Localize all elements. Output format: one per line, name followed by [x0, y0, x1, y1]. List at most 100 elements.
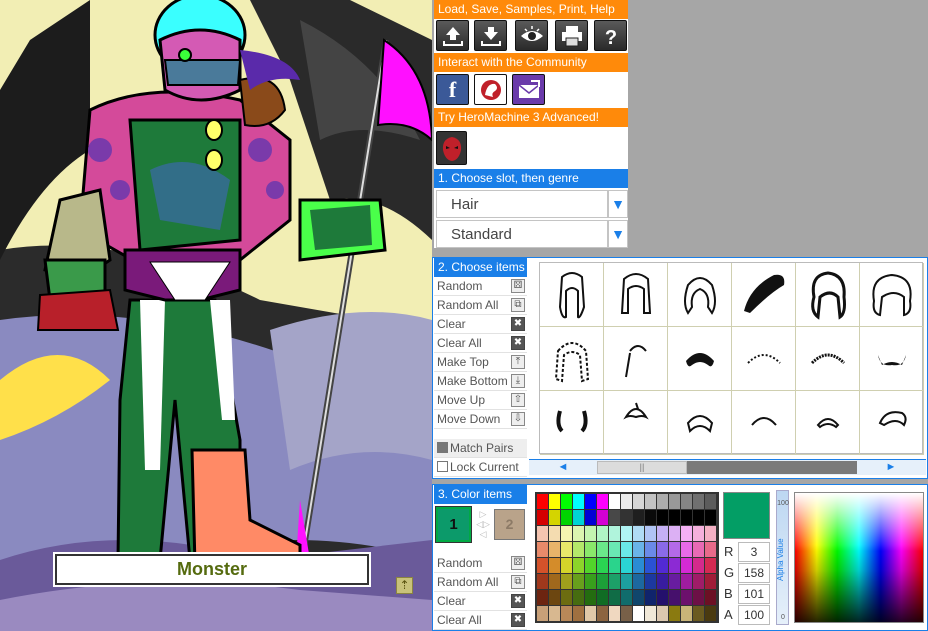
color-swatch[interactable] — [560, 589, 572, 605]
color-swatch[interactable] — [704, 605, 716, 621]
color-swatch[interactable] — [692, 589, 704, 605]
hair-item-thumbnail[interactable] — [796, 327, 860, 391]
color-swatch[interactable] — [680, 541, 692, 557]
color-swatch[interactable] — [560, 493, 572, 509]
color-swatch[interactable] — [656, 509, 668, 525]
hair-item-thumbnail[interactable] — [668, 327, 732, 391]
color-swatch[interactable] — [548, 509, 560, 525]
hair-item-thumbnail[interactable] — [540, 327, 604, 391]
character-name-plate[interactable]: Monster — [55, 554, 369, 585]
color-swatch[interactable] — [536, 541, 548, 557]
color-swatch[interactable] — [608, 509, 620, 525]
random-button[interactable]: Random ⚄ — [434, 277, 527, 296]
color-swatch[interactable] — [620, 557, 632, 573]
alpha-input[interactable]: 100 — [738, 605, 770, 625]
hair-item-thumbnail[interactable] — [796, 391, 860, 455]
color-swatch[interactable] — [608, 605, 620, 621]
genre-dropdown-arrow[interactable]: ▼ — [608, 220, 628, 248]
color-swatch[interactable] — [608, 525, 620, 541]
color-swatch[interactable] — [692, 509, 704, 525]
hair-item-thumbnail[interactable] — [604, 263, 668, 327]
clear-all-button[interactable]: Clear All ✖ — [434, 334, 527, 353]
color-swatch[interactable] — [548, 557, 560, 573]
hair-item-thumbnail[interactable] — [668, 391, 732, 455]
color-swatch[interactable] — [692, 525, 704, 541]
color-swatch[interactable] — [596, 493, 608, 509]
color-swatch[interactable] — [656, 493, 668, 509]
clear-button[interactable]: Clear ✖ — [434, 315, 527, 334]
color-swatch[interactable] — [704, 509, 716, 525]
color-swatch[interactable] — [668, 493, 680, 509]
color-clear-button[interactable]: Clear ✖ — [434, 592, 527, 611]
color-swatch[interactable] — [560, 509, 572, 525]
color-swatch[interactable] — [704, 557, 716, 573]
hair-item-thumbnail[interactable] — [860, 263, 924, 327]
color-swatch[interactable] — [536, 573, 548, 589]
color-swatch[interactable] — [656, 589, 668, 605]
color-swatch[interactable] — [548, 541, 560, 557]
scroll-right-arrow-icon[interactable]: ► — [857, 460, 925, 475]
color-swatch[interactable] — [704, 573, 716, 589]
slot-dropdown-arrow[interactable]: ▼ — [608, 190, 628, 218]
color-swatch[interactable] — [608, 573, 620, 589]
color-swatch[interactable] — [620, 573, 632, 589]
hair-item-thumbnail[interactable] — [668, 263, 732, 327]
color-swatch[interactable] — [644, 589, 656, 605]
color-spectrum-picker[interactable] — [794, 492, 924, 623]
color-swatch[interactable] — [620, 509, 632, 525]
color-swatch[interactable] — [584, 605, 596, 621]
color-swatch[interactable] — [620, 525, 632, 541]
color-swatch[interactable] — [596, 509, 608, 525]
save-button[interactable] — [474, 20, 507, 51]
color-swatch[interactable] — [572, 605, 584, 621]
color-swatch[interactable] — [668, 573, 680, 589]
hair-item-thumbnail[interactable] — [732, 391, 796, 455]
color-swatch[interactable] — [560, 605, 572, 621]
facebook-button[interactable]: f — [436, 74, 469, 105]
color-swatch[interactable] — [536, 525, 548, 541]
genre-dropdown[interactable]: Standard — [436, 220, 608, 248]
lock-current-toggle[interactable]: Lock Current — [434, 458, 527, 477]
color-swatch[interactable] — [536, 557, 548, 573]
view-button[interactable] — [515, 20, 548, 51]
hair-item-thumbnail[interactable] — [796, 263, 860, 327]
color-swatch[interactable] — [644, 541, 656, 557]
color-swatch[interactable] — [572, 525, 584, 541]
color-swatch[interactable] — [632, 557, 644, 573]
make-top-button[interactable]: Make Top ⤒ — [434, 353, 527, 372]
color-slot-2[interactable]: 2 — [494, 509, 525, 540]
hair-item-thumbnail[interactable] — [540, 391, 604, 455]
color-swatch[interactable] — [644, 605, 656, 621]
color-swatch[interactable] — [572, 509, 584, 525]
color-swatch[interactable] — [536, 589, 548, 605]
color-swatch[interactable] — [632, 589, 644, 605]
color-swatch[interactable] — [584, 525, 596, 541]
color-swatch[interactable] — [536, 493, 548, 509]
up-arrow-icon[interactable]: ⇡ — [396, 577, 413, 594]
color-slot-1[interactable]: 1 — [436, 507, 471, 542]
match-pairs-checkbox[interactable] — [437, 442, 448, 453]
color-swatch[interactable] — [692, 573, 704, 589]
items-scrollbar[interactable]: ◄ || ► — [529, 459, 926, 475]
color-swatch[interactable] — [644, 525, 656, 541]
hair-item-thumbnail[interactable] — [540, 263, 604, 327]
color-swatch[interactable] — [704, 493, 716, 509]
color-swatch[interactable] — [692, 557, 704, 573]
print-button[interactable] — [555, 20, 588, 51]
blue-input[interactable]: 101 — [738, 584, 770, 604]
color-swatch[interactable] — [560, 541, 572, 557]
color-swatch[interactable] — [548, 493, 560, 509]
color-swatch[interactable] — [668, 509, 680, 525]
color-swatch[interactable] — [584, 589, 596, 605]
color-swatch[interactable] — [596, 557, 608, 573]
color-swatch[interactable] — [668, 541, 680, 557]
color-swatch[interactable] — [560, 573, 572, 589]
color-swatch[interactable] — [656, 525, 668, 541]
color-swatch[interactable] — [680, 525, 692, 541]
color-swatch[interactable] — [572, 493, 584, 509]
color-swatch[interactable] — [584, 509, 596, 525]
color-swatch[interactable] — [680, 589, 692, 605]
color-swatch[interactable] — [548, 525, 560, 541]
color-swatch[interactable] — [668, 557, 680, 573]
color-clear-all-button[interactable]: Clear All ✖ — [434, 611, 527, 630]
